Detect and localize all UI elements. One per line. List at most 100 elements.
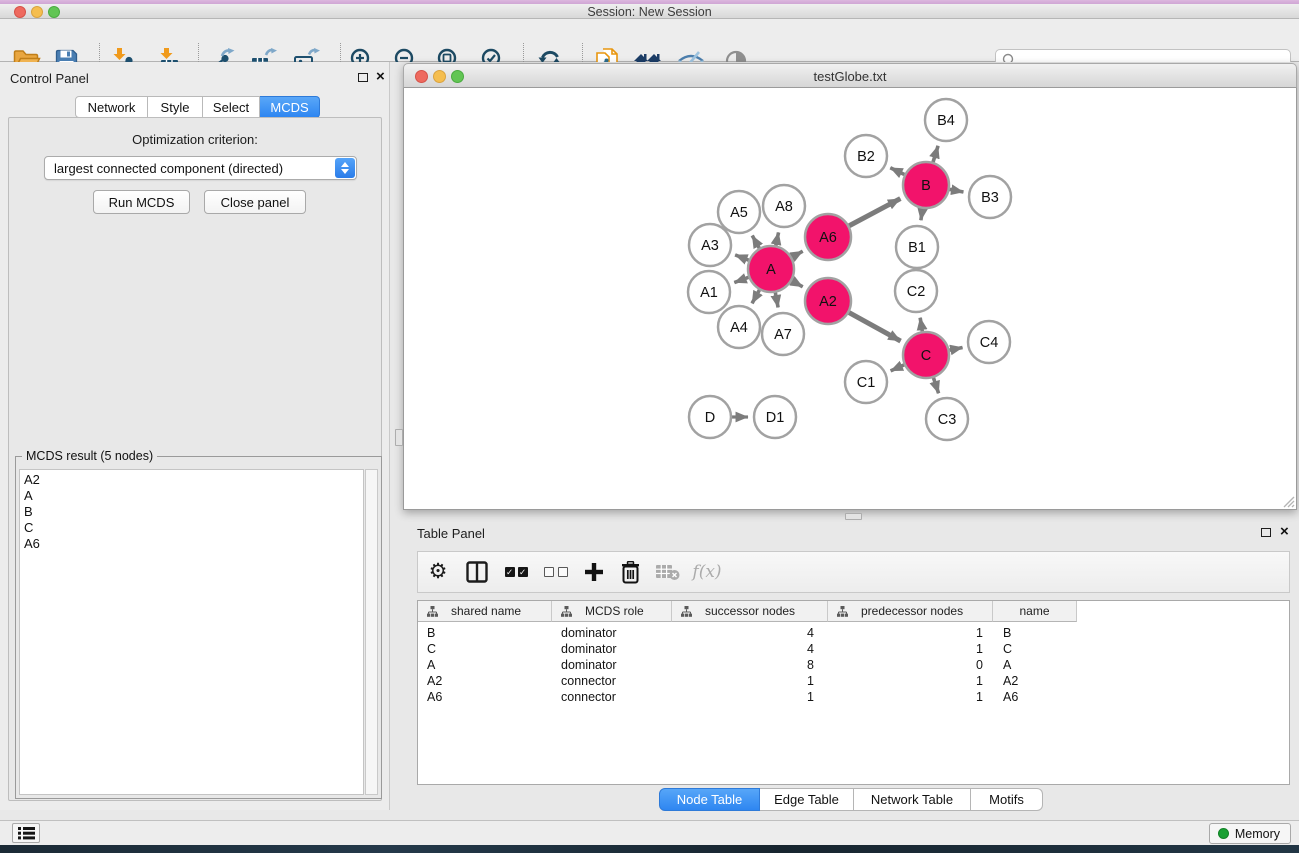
tab-select[interactable]: Select: [203, 96, 260, 118]
mcds-result-list[interactable]: A2ABCA6: [19, 469, 364, 795]
run-mcds-button[interactable]: Run MCDS: [93, 190, 190, 214]
float-panel-icon[interactable]: [358, 73, 368, 82]
table-cell[interactable]: dominator: [552, 658, 672, 672]
checked-box-icon: ✓: [505, 567, 515, 577]
task-history-button[interactable]: [12, 823, 40, 843]
table-cell[interactable]: A6: [993, 690, 1077, 704]
table-cell[interactable]: 1: [828, 690, 993, 704]
float-table-panel-icon[interactable]: [1261, 528, 1271, 537]
table-cell[interactable]: dominator: [552, 642, 672, 656]
table-cell[interactable]: connector: [552, 674, 672, 688]
tab-style[interactable]: Style: [148, 96, 203, 118]
close-table-panel-icon[interactable]: ×: [1280, 527, 1289, 537]
edge-A-A4[interactable]: [752, 290, 759, 303]
table-cell[interactable]: A2: [418, 674, 552, 688]
edge-C-C1[interactable]: [891, 365, 904, 371]
app-titlebar: Session: New Session: [0, 4, 1299, 19]
result-item[interactable]: B: [24, 504, 359, 520]
close-panel-icon[interactable]: ×: [376, 72, 385, 82]
edge-A-A5[interactable]: [752, 236, 759, 249]
select-all-button[interactable]: ✓ ✓: [496, 554, 536, 590]
table-cell[interactable]: 0: [828, 658, 993, 672]
memory-label: Memory: [1235, 827, 1280, 841]
tab-network-table[interactable]: Network Table: [854, 788, 971, 811]
edge-A-A2[interactable]: [792, 281, 803, 287]
splitpane-handle-vertical[interactable]: [395, 429, 403, 446]
network-window-titlebar[interactable]: testGlobe.txt: [403, 63, 1297, 88]
edge-A-A7[interactable]: [775, 293, 778, 308]
table-cell[interactable]: A: [418, 658, 552, 672]
node-label-A2: A2: [819, 294, 837, 310]
edge-C-C3[interactable]: [933, 378, 938, 394]
edge-A6-B[interactable]: [849, 199, 900, 226]
show-columns-button[interactable]: [458, 554, 496, 590]
node-label-A8: A8: [775, 199, 793, 215]
column-header-predecessor-nodes[interactable]: predecessor nodes: [828, 601, 993, 622]
column-header-MCDS-role[interactable]: MCDS role: [552, 601, 672, 622]
table-cell[interactable]: A2: [993, 674, 1077, 688]
table-row[interactable]: Adominator80A: [418, 657, 1289, 673]
table-cell[interactable]: A6: [418, 690, 552, 704]
table-cell[interactable]: connector: [552, 690, 672, 704]
table-row[interactable]: Bdominator41B: [418, 625, 1289, 641]
table-cell[interactable]: 1: [828, 626, 993, 640]
splitpane-handle-horizontal[interactable]: [845, 513, 862, 520]
table-cell[interactable]: 1: [672, 674, 828, 688]
delete-table-button[interactable]: [648, 554, 686, 590]
result-item[interactable]: A: [24, 488, 359, 504]
memory-button[interactable]: Memory: [1209, 823, 1291, 844]
node-label-C: C: [921, 348, 931, 364]
resize-grip[interactable]: [1280, 493, 1295, 508]
column-header-successor-nodes[interactable]: successor nodes: [672, 601, 828, 622]
tab-edge-table[interactable]: Edge Table: [760, 788, 854, 811]
result-item[interactable]: C: [24, 520, 359, 536]
table-cell[interactable]: 4: [672, 626, 828, 640]
function-builder-button[interactable]: f(x): [686, 554, 728, 590]
close-panel-button[interactable]: Close panel: [204, 190, 306, 214]
result-item[interactable]: A6: [24, 536, 359, 552]
optimization-select[interactable]: largest connected component (directed): [44, 156, 357, 180]
delete-column-button[interactable]: [612, 554, 648, 590]
tab-network[interactable]: Network: [75, 96, 148, 118]
table-cell[interactable]: A: [993, 658, 1077, 672]
fx-icon: f(x): [692, 562, 721, 582]
table-row[interactable]: Cdominator41C: [418, 641, 1289, 657]
edge-B-B4[interactable]: [933, 146, 938, 162]
edge-B-B3[interactable]: [950, 189, 964, 192]
tab-node-table[interactable]: Node Table: [659, 788, 760, 811]
table-cell[interactable]: 4: [672, 642, 828, 656]
table-cell[interactable]: 8: [672, 658, 828, 672]
table-cell[interactable]: C: [993, 642, 1077, 656]
node-label-A3: A3: [701, 238, 719, 254]
table-settings-button[interactable]: ⚙: [418, 554, 458, 590]
edge-B-B2[interactable]: [890, 168, 904, 175]
edge-A-A1[interactable]: [734, 277, 748, 282]
edge-C-C4[interactable]: [950, 347, 963, 350]
edge-A2-C[interactable]: [849, 313, 901, 341]
create-column-button[interactable]: [576, 554, 612, 590]
column-header-name[interactable]: name: [993, 601, 1077, 622]
table-cell[interactable]: C: [418, 642, 552, 656]
table-cell[interactable]: 1: [672, 690, 828, 704]
table-cell[interactable]: dominator: [552, 626, 672, 640]
edge-C-C2[interactable]: [920, 318, 922, 332]
table-cell[interactable]: B: [993, 626, 1077, 640]
edge-A-A6[interactable]: [792, 251, 803, 257]
result-list-scrollbar[interactable]: [365, 469, 378, 795]
column-header-shared-name[interactable]: shared name: [418, 601, 552, 622]
select-stepper-icon: [335, 158, 355, 178]
deselect-all-button[interactable]: [536, 554, 576, 590]
edge-A-A8[interactable]: [776, 232, 779, 245]
tab-mcds[interactable]: MCDS: [260, 96, 320, 118]
network-graph[interactable]: AA1A3A4A5A7A8A6A2BB1B2B3B4CC1C2C3C4DD1: [404, 88, 1296, 508]
edge-B-B1[interactable]: [921, 209, 923, 221]
table-row[interactable]: A6connector11A6: [418, 689, 1289, 705]
table-cell[interactable]: 1: [828, 674, 993, 688]
result-item[interactable]: A2: [24, 472, 359, 488]
table-cell[interactable]: B: [418, 626, 552, 640]
tab-motifs[interactable]: Motifs: [971, 788, 1043, 811]
table-row[interactable]: A2connector11A2: [418, 673, 1289, 689]
network-canvas[interactable]: AA1A3A4A5A7A8A6A2BB1B2B3B4CC1C2C3C4DD1: [403, 88, 1297, 510]
edge-A-A3[interactable]: [735, 255, 749, 260]
table-cell[interactable]: 1: [828, 642, 993, 656]
